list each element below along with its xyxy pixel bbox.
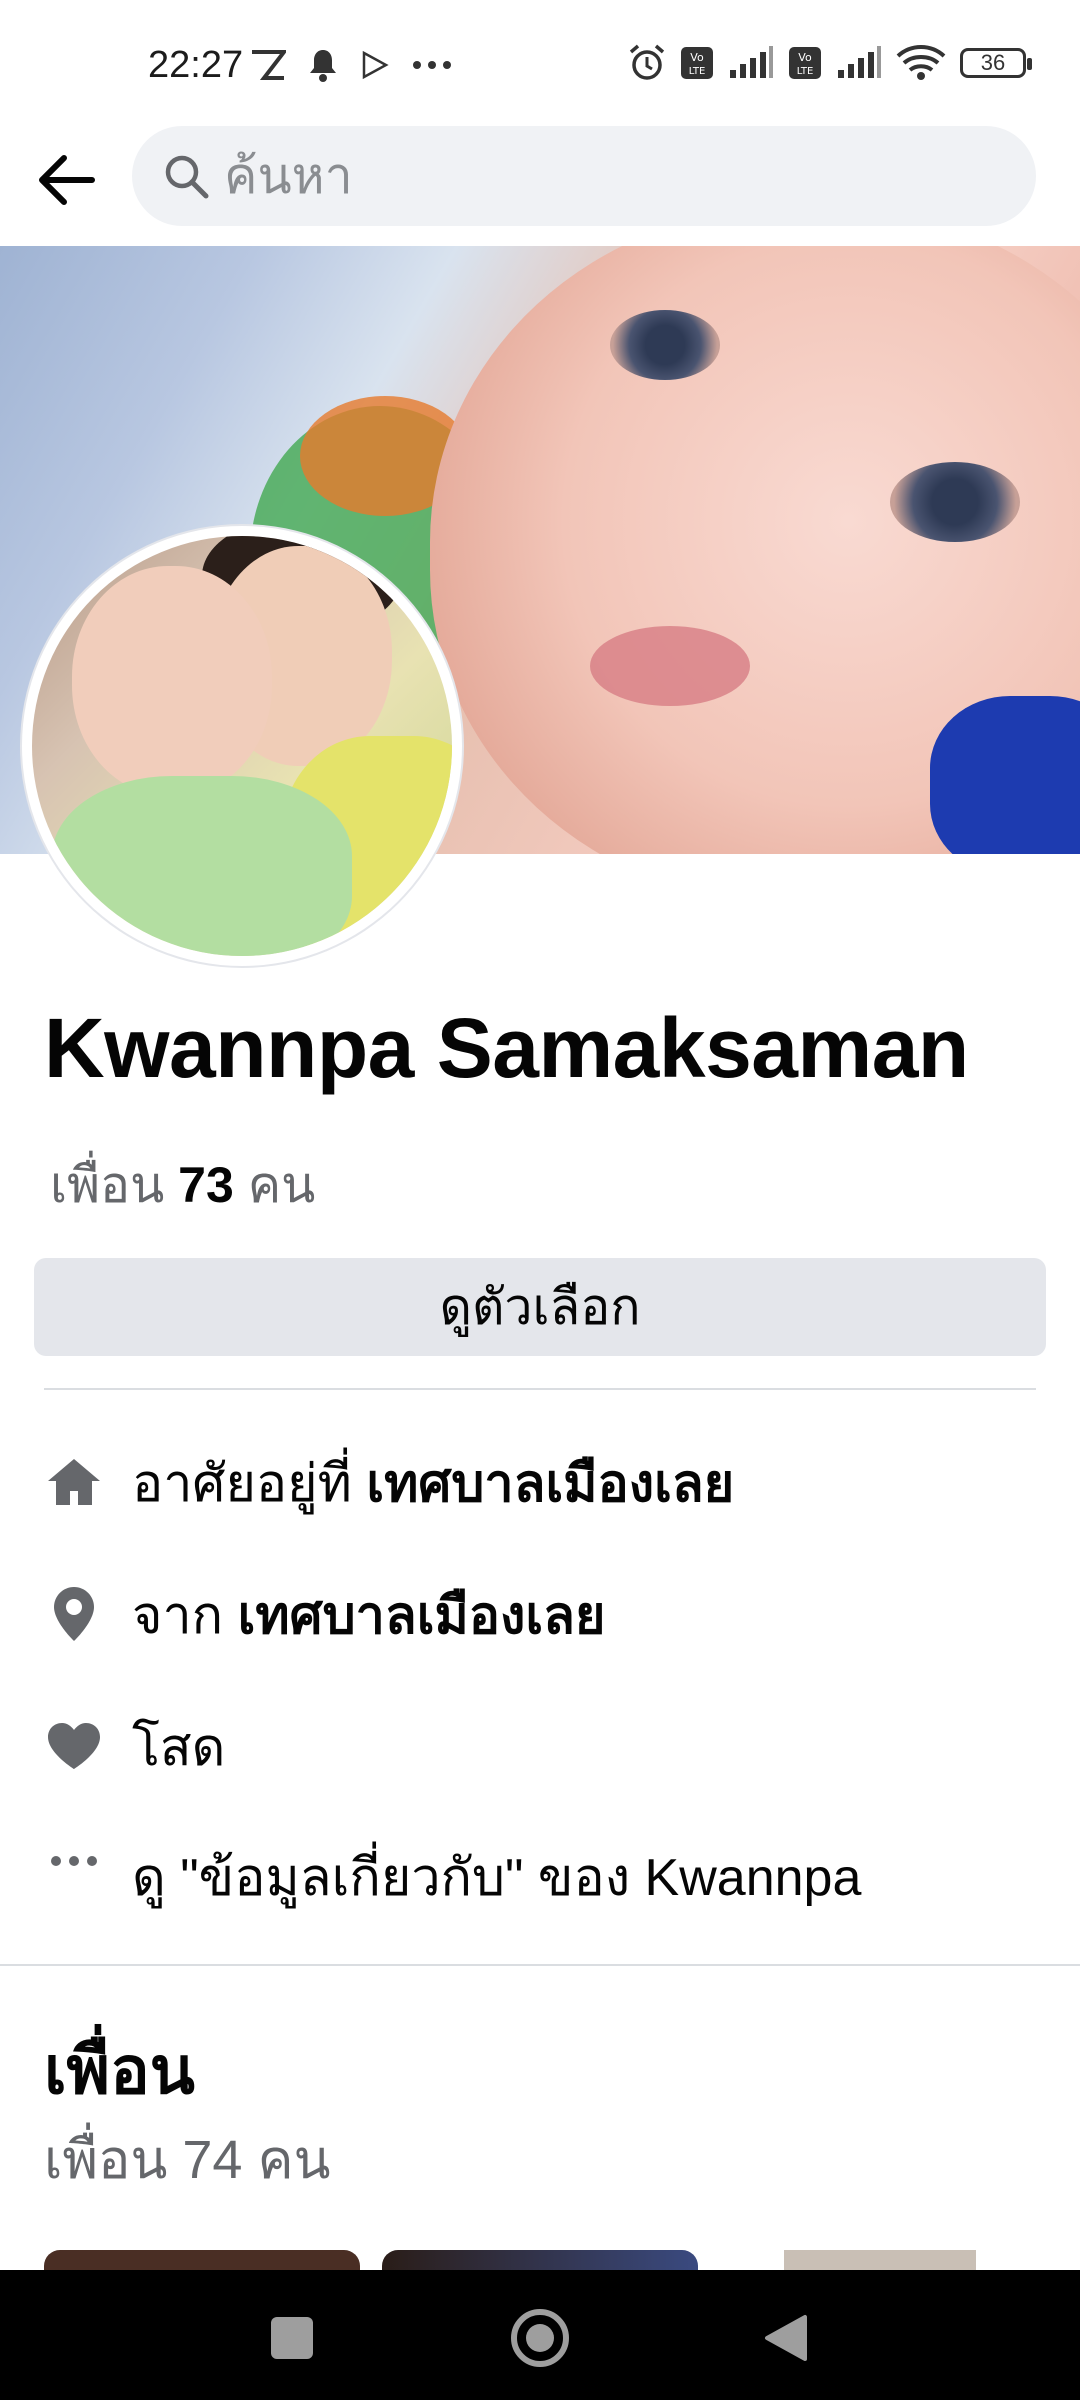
- section-separator: [0, 1964, 1080, 1966]
- friends-suffix: คน: [247, 1157, 316, 1213]
- status-left-icons: [250, 48, 452, 82]
- play-icon: [362, 50, 389, 80]
- back-nav-button[interactable]: [748, 2300, 824, 2376]
- triangle-back-icon: [765, 2315, 807, 2361]
- alarm-icon: [629, 44, 665, 80]
- wifi-icon: [896, 45, 946, 80]
- info-relationship: โสด: [44, 1706, 1044, 1786]
- friend-thumbnail[interactable]: [784, 2250, 976, 2270]
- status-time: 22:27: [148, 44, 244, 86]
- circle-icon: [511, 2309, 569, 2367]
- about-link[interactable]: ดู "ข้อมูลเกี่ยวกับ" ของ Kwannpa: [132, 1835, 861, 1918]
- volte-icon: Vo LTE: [789, 47, 821, 79]
- avatar-image: [32, 536, 452, 956]
- info-about-link[interactable]: ดู "ข้อมูลเกี่ยวกับ" ของ Kwannpa: [44, 1836, 1044, 1916]
- search-icon: [165, 155, 209, 199]
- divider: [44, 1388, 1036, 1390]
- friends-prefix: เพื่อน: [50, 1157, 165, 1213]
- friends-count-line: เพื่อน 73 คน: [50, 1146, 315, 1225]
- status-right-icons: Vo LTE Vo LTE 36: [628, 44, 1032, 82]
- profile-picture[interactable]: [22, 526, 462, 966]
- svg-text:Vo: Vo: [798, 51, 812, 64]
- nfc-icon: [252, 50, 286, 80]
- more-dots-icon: [413, 61, 451, 69]
- bell-icon: [310, 50, 336, 82]
- home-icon: [44, 1452, 104, 1512]
- friends-section-title: เพื่อน: [44, 2033, 195, 2107]
- volte-icon: Vo LTE: [681, 47, 713, 79]
- recents-button[interactable]: [254, 2300, 330, 2376]
- info-lives-in: อาศัยอยู่ที่ เทศบาลเมืองเลย: [44, 1442, 1044, 1522]
- relationship-status: โสด: [132, 1718, 226, 1777]
- svg-text:Vo: Vo: [690, 51, 704, 64]
- heart-icon: [44, 1716, 104, 1776]
- battery-icon: 36: [960, 48, 1032, 78]
- search-placeholder: ค้นหา: [224, 147, 353, 204]
- top-bar: ค้นหา: [0, 124, 1080, 244]
- signal-icon: [838, 46, 881, 78]
- from-place[interactable]: เทศบาลเมืองเลย: [238, 1587, 606, 1645]
- info-from: จาก เทศบาลเมืองเลย: [44, 1574, 1044, 1654]
- search-input[interactable]: ค้นหา: [132, 126, 1036, 226]
- system-nav-bar: [0, 2270, 1080, 2400]
- friend-thumbnail[interactable]: [44, 2250, 360, 2270]
- svg-text:LTE: LTE: [689, 66, 706, 77]
- lives-prefix: อาศัยอยู่ที่: [132, 1454, 352, 1513]
- home-button[interactable]: [502, 2300, 578, 2376]
- friend-thumbnail[interactable]: [382, 2250, 698, 2270]
- location-pin-icon: [44, 1584, 104, 1644]
- signal-icon: [730, 46, 773, 78]
- square-icon: [271, 2317, 313, 2359]
- lives-place[interactable]: เทศบาลเมืองเลย: [366, 1455, 734, 1513]
- see-options-button[interactable]: ดูตัวเลือก: [34, 1258, 1046, 1356]
- friends-section-count[interactable]: เพื่อน 74 คน: [44, 2116, 331, 2202]
- friends-count: 73: [178, 1157, 234, 1213]
- status-bar: 22:27 Vo LTE Vo LTE 36: [0, 0, 1080, 124]
- profile-name: Kwannpa Samaksaman: [44, 1001, 969, 1095]
- back-arrow-icon: [39, 155, 95, 205]
- back-button[interactable]: [30, 144, 102, 216]
- svg-text:LTE: LTE: [797, 66, 814, 77]
- more-dots-icon: [44, 1846, 104, 1906]
- from-prefix: จาก: [132, 1586, 224, 1645]
